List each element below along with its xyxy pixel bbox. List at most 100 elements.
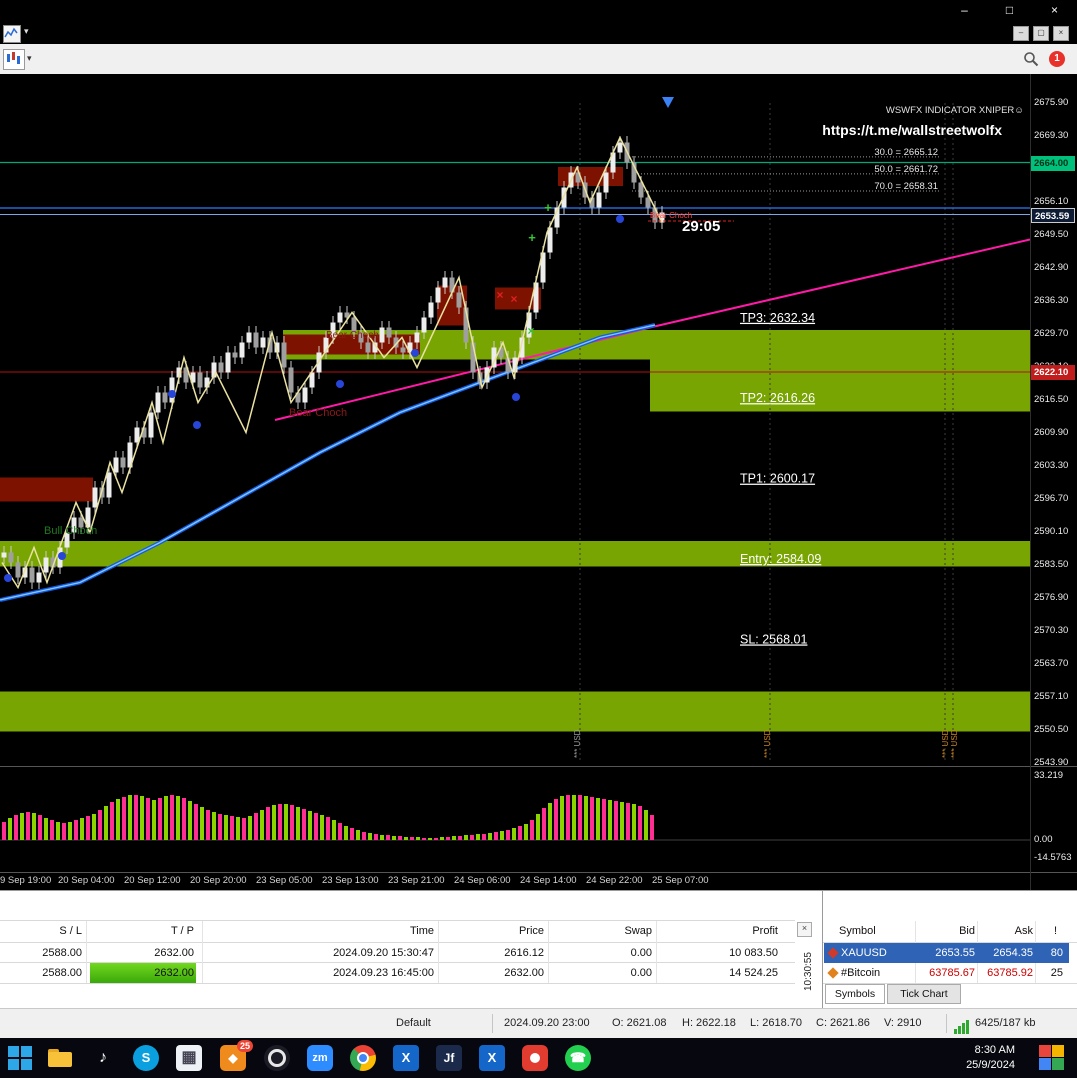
price-axis-label: 2576.90 (1034, 592, 1068, 604)
audio-app-icon[interactable]: ♪ (90, 1045, 116, 1071)
price-axis-label: 2603.30 (1034, 460, 1068, 472)
price-tag: 2664.00 (1031, 156, 1075, 171)
obs-icon[interactable] (264, 1045, 290, 1071)
chevron-down-icon[interactable]: ▾ (24, 26, 29, 37)
calculator-icon[interactable]: ▦ (176, 1045, 202, 1071)
status-bar: Default 2024.09.20 23:00 O: 2621.08 H: 2… (0, 1008, 1077, 1039)
ohlc-close: C: 2621.86 (816, 1017, 870, 1029)
mw-header-bid[interactable]: Bid (919, 921, 975, 941)
svg-text:Bear Choch: Bear Choch (326, 330, 379, 341)
col-header-profit[interactable]: Profit (658, 921, 778, 941)
panel-close-button[interactable]: × (797, 922, 812, 937)
tab-symbols[interactable]: Symbols (825, 984, 885, 1004)
price-axis-label: 2583.50 (1034, 559, 1068, 571)
trade-row-tp-highlight[interactable]: 2632.00 (90, 963, 196, 983)
minimize-button[interactable]: – (942, 0, 987, 22)
col-header-time[interactable]: Time (210, 921, 434, 941)
oscillator-canvas[interactable] (0, 766, 1030, 872)
svg-text:×: × (527, 324, 534, 338)
trading-app-x-icon[interactable]: X (393, 1045, 419, 1071)
col-header-swap[interactable]: Swap (550, 921, 652, 941)
svg-text:70.0 = 2658.31: 70.0 = 2658.31 (874, 181, 938, 192)
time-axis[interactable]: 9 Sep 19:0020 Sep 04:0020 Sep 12:0020 Se… (0, 873, 1030, 890)
price-axis-label: 2616.50 (1034, 394, 1068, 406)
window-controls: – □ × (942, 0, 1077, 22)
col-header-sl[interactable]: S / L (0, 921, 82, 941)
file-explorer-icon[interactable] (47, 1045, 73, 1071)
trade-row-profit[interactable]: 10 083.50 (658, 943, 778, 963)
mw-ask[interactable]: 63785.92 (979, 963, 1033, 983)
search-icon[interactable] (1023, 51, 1039, 67)
divider (0, 983, 795, 984)
profile-name: Default (396, 1017, 431, 1029)
col-header-price[interactable]: Price (440, 921, 544, 941)
start-button[interactable] (8, 1045, 34, 1071)
mw-symbol[interactable]: #Bitcoin (841, 963, 880, 983)
child-restore-button[interactable]: ▢ (1033, 26, 1049, 41)
trade-row-price[interactable]: 2632.00 (440, 963, 544, 983)
oscillator-axis-label: 0.00 (1034, 834, 1053, 846)
oscillator-bars-layer (0, 795, 1030, 840)
maximize-button[interactable]: □ (987, 0, 1032, 22)
child-close-button[interactable]: × (1053, 26, 1069, 41)
price-axis-label: 2563.70 (1034, 658, 1068, 670)
skype-icon[interactable]: S (133, 1045, 159, 1071)
mw-spread[interactable]: 80 (1037, 943, 1063, 963)
mw-symbol[interactable]: XAUUSD (841, 943, 887, 963)
trade-row-tp[interactable]: 2632.00 (90, 943, 194, 963)
chart-type-icon[interactable] (3, 49, 25, 70)
price-axis-label: 2596.70 (1034, 493, 1068, 505)
trade-row-sl[interactable]: 2588.00 (0, 943, 82, 963)
trading-app-x-icon[interactable]: X (479, 1045, 505, 1071)
mw-spread[interactable]: 25 (1037, 963, 1063, 983)
chart-canvas[interactable]: 30.0 = 2665.1250.0 = 2661.7270.0 = 2658.… (0, 74, 1030, 766)
trade-row-swap[interactable]: 0.00 (550, 943, 652, 963)
clock-date: 25/9/2024 (966, 1058, 1015, 1073)
svg-text:50.0 = 2661.72: 50.0 = 2661.72 (874, 164, 938, 175)
price-axis-label: 2609.90 (1034, 427, 1068, 439)
col-header-tp[interactable]: T / P (90, 921, 194, 941)
taskbar-clock[interactable]: 8:30 AM 25/9/2024 (966, 1043, 1015, 1073)
mw-header-spread[interactable]: ! (1037, 921, 1057, 941)
svg-text:Bull Choch: Bull Choch (44, 525, 97, 537)
title-bar: – □ × (0, 0, 1077, 22)
jforex-icon[interactable]: Jf (436, 1045, 462, 1071)
price-tag: 2622.10 (1031, 365, 1075, 380)
mw-ask[interactable]: 2654.35 (979, 943, 1033, 963)
price-axis-label: 2636.30 (1034, 295, 1068, 307)
mw-bid[interactable]: 63785.67 (919, 963, 975, 983)
close-button[interactable]: × (1032, 0, 1077, 22)
child-minimize-button[interactable]: – (1013, 26, 1029, 41)
svg-text:TP1: 2600.17: TP1: 2600.17 (740, 472, 815, 486)
chart-window-icon[interactable] (3, 25, 21, 43)
panel-divider[interactable] (0, 766, 1077, 767)
mw-header-symbol[interactable]: Symbol (839, 921, 876, 941)
zoom-icon[interactable]: zm (307, 1045, 333, 1071)
tab-tick-chart[interactable]: Tick Chart (887, 984, 961, 1004)
notification-badge[interactable]: 1 (1049, 51, 1065, 67)
red-app-icon[interactable] (522, 1045, 548, 1071)
trade-row-time[interactable]: 2024.09.23 16:45:00 (210, 963, 434, 983)
trade-row-time[interactable]: 2024.09.20 15:30:47 (210, 943, 434, 963)
trade-row-swap[interactable]: 0.00 (550, 963, 652, 983)
oscillator-axis-label: 33.219 (1034, 770, 1063, 782)
grid-layer (580, 103, 953, 763)
mt-mobile-icon[interactable]: ◆ 25 (220, 1045, 246, 1071)
menu-bar: ▾ – ▢ × (0, 22, 1077, 45)
whatsapp-icon[interactable]: ☎ (565, 1045, 591, 1071)
price-tag: 2653.59 (1031, 208, 1075, 223)
svg-text:29:05: 29:05 (682, 218, 720, 235)
svg-text:×: × (510, 292, 517, 306)
market-watch-panel: Symbol Bid Ask ! XAUUSD 2653.55 2654.35 … (822, 891, 1077, 1009)
trade-row-price[interactable]: 2616.12 (440, 943, 544, 963)
mw-header-ask[interactable]: Ask (979, 921, 1033, 941)
weather-widget-icon[interactable] (1039, 1045, 1065, 1071)
trade-row-profit[interactable]: 14 524.25 (658, 963, 778, 983)
mw-bid[interactable]: 2653.55 (919, 943, 975, 963)
svg-text:+: + (528, 230, 536, 245)
chrome-icon[interactable] (350, 1045, 376, 1071)
price-axis[interactable]: 2675.902669.302662.702656.102649.502642.… (1030, 74, 1077, 890)
trade-row-sl[interactable]: 2588.00 (0, 963, 82, 983)
chevron-down-icon[interactable]: ▾ (27, 53, 32, 64)
time-axis-label: 23 Sep 13:00 (322, 875, 379, 886)
